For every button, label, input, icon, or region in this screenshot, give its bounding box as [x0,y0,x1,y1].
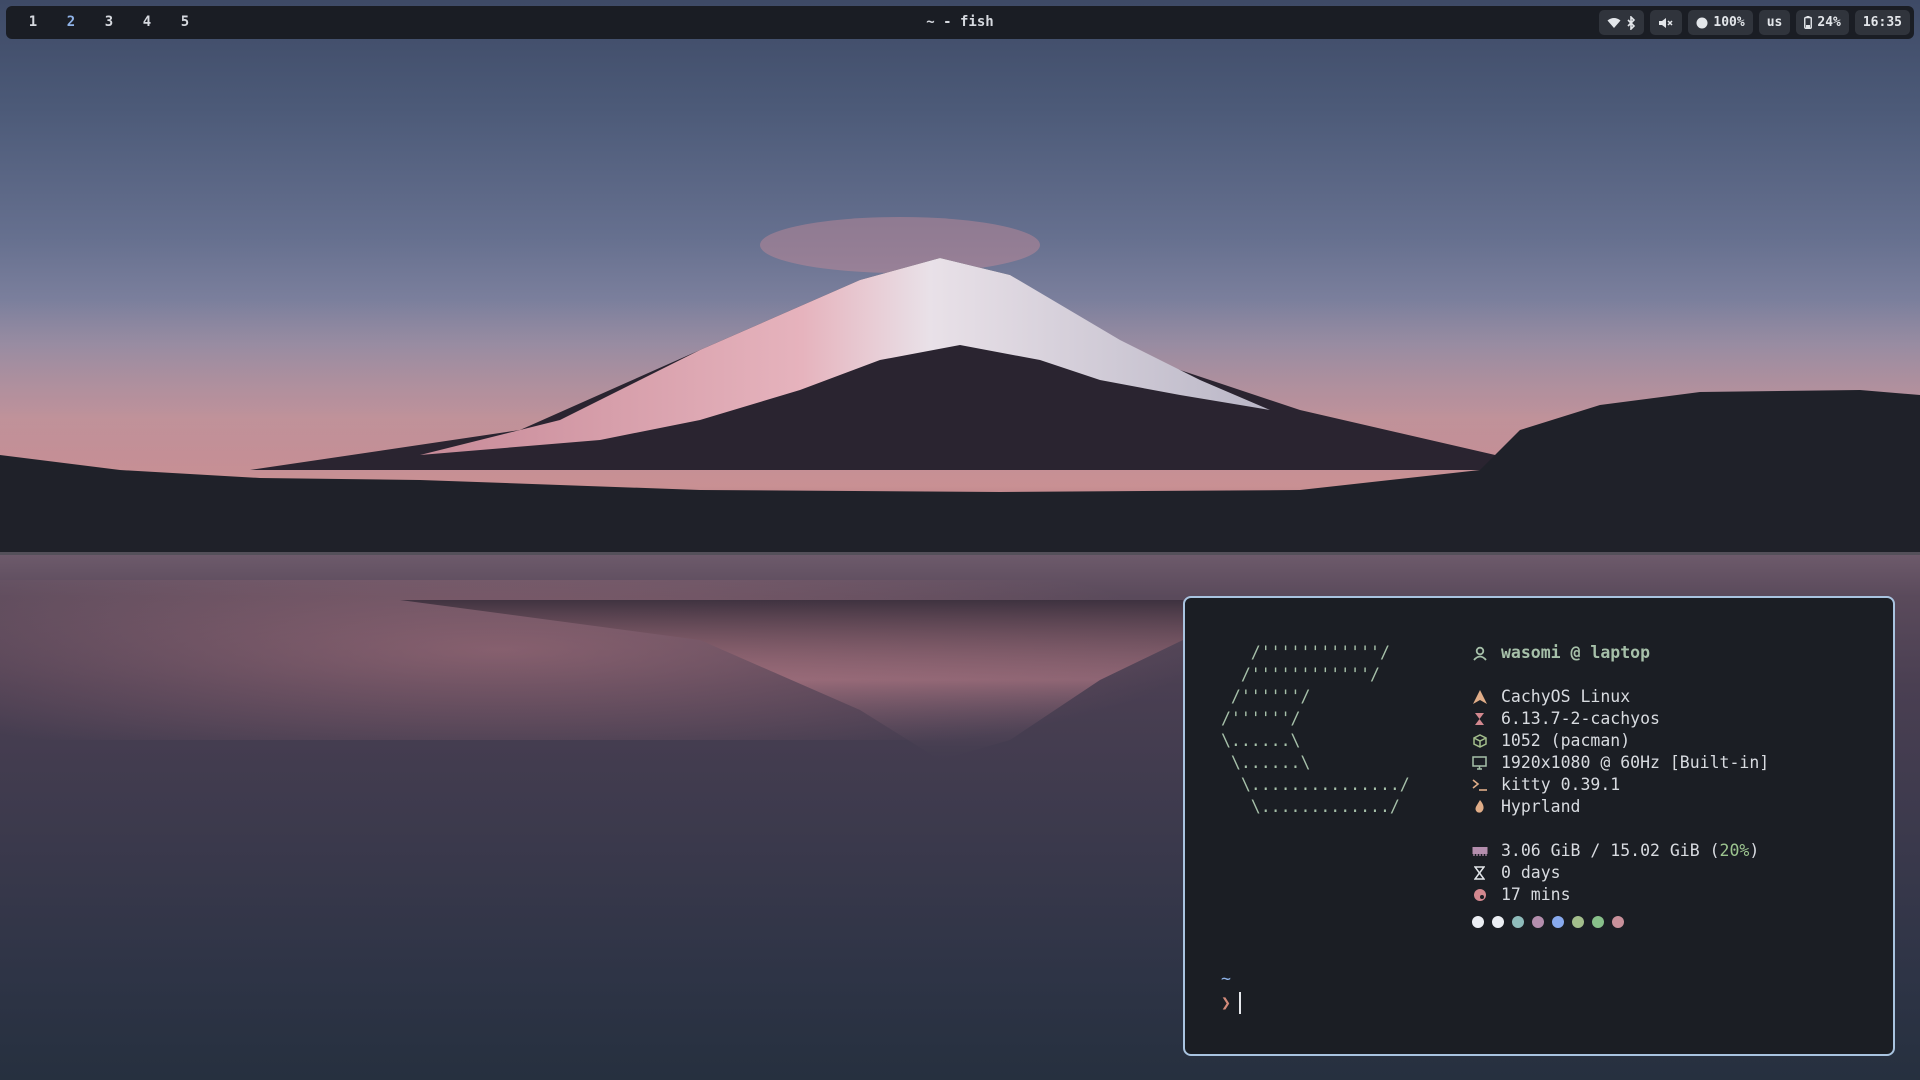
battery-icon [1804,16,1813,29]
terminal-icon [1470,777,1489,793]
memory-close: ) [1749,841,1760,860]
keyboard-layout-value: us [1766,15,1783,30]
username: wasomi [1501,643,1561,662]
ascii-line: /''''''/ [1221,709,1301,728]
brightness-icon [1696,17,1708,29]
hourglass-icon [1470,711,1489,727]
wm-row: Hyprland [1470,796,1769,818]
at-separator: @ [1570,643,1581,662]
network-bluetooth-module[interactable] [1599,10,1645,35]
palette-swatch [1532,916,1544,928]
palette-icon [1470,887,1489,903]
user-host-row: wasomi @ laptop [1470,642,1769,664]
prompt-directory: ~ [1221,969,1231,988]
top-bar: 1 2 3 4 5 ~ - fish 100% us 24% 16:35 [6,6,1914,39]
display-value: 1920x1080 @ 60Hz [Built-in] [1501,753,1770,772]
battery-module[interactable]: 24% [1796,10,1849,35]
wm-value: Hyprland [1501,797,1581,816]
distro-ascii-logo: /''''''''''''/ /''''''''''''/ /''''''/ /… [1221,642,1410,818]
workspace-3[interactable]: 3 [90,6,128,39]
command-prompt[interactable]: ❯ [1221,992,1241,1014]
memory-icon [1470,843,1489,859]
volume-module[interactable] [1650,10,1683,35]
battery-value: 24% [1817,15,1841,30]
clock-value: 16:35 [1862,15,1902,30]
bluetooth-icon [1626,15,1636,30]
display-row: 1920x1080 @ 60Hz [Built-in] [1470,752,1769,774]
workspace-1[interactable]: 1 [14,6,52,39]
volume-muted-icon [1658,17,1674,29]
os-value: CachyOS Linux [1501,687,1631,706]
workspace-5[interactable]: 5 [166,6,204,39]
desktop: 1 2 3 4 5 ~ - fish 100% us 24% 16:35 /''… [0,0,1920,1080]
ascii-line: \......\ [1221,753,1311,772]
ascii-line: /''''''/ [1221,687,1311,706]
ascii-line: /''''''''''''/ [1221,643,1390,662]
ascii-line: \.............../ [1221,775,1410,794]
terminal-value: kitty 0.39.1 [1501,775,1621,794]
memory-percent: 20% [1719,841,1750,860]
memory-value: 3.06 GiB / 15.02 GiB ( [1501,841,1720,860]
clock-module[interactable]: 16:35 [1854,10,1910,35]
palette-swatch [1512,916,1524,928]
palette-swatch [1612,916,1624,928]
kitty-terminal-window[interactable]: /''''''''''''/ /''''''''''''/ /''''''/ /… [1183,596,1895,1056]
ascii-line: /''''''''''''/ [1221,665,1380,684]
palette-swatch [1552,916,1564,928]
system-tray: 100% us 24% 16:35 [1599,10,1910,35]
ascii-line: \......\ [1221,731,1301,750]
memory-row: 3.06 GiB / 15.02 GiB (20%) [1470,840,1769,862]
kernel-value: 6.13.7-2-cachyos [1501,709,1660,728]
hyprland-icon [1470,799,1489,815]
arch-icon [1470,689,1489,705]
kernel-row: 6.13.7-2-cachyos [1470,708,1769,730]
uptime-days-value: 0 days [1501,863,1561,882]
wifi-icon [1607,17,1621,29]
hourglass-icon [1470,865,1489,881]
palette-swatch [1592,916,1604,928]
workspace-2[interactable]: 2 [52,6,90,39]
brightness-module[interactable]: 100% [1688,10,1753,35]
packages-value: 1052 (pacman) [1501,731,1631,750]
text-cursor [1238,992,1241,1014]
workspace-switcher: 1 2 3 4 5 [14,6,204,39]
prompt-symbol: ❯ [1221,993,1231,1012]
palette-swatch [1572,916,1584,928]
packages-row: 1052 (pacman) [1470,730,1769,752]
hostname: laptop [1590,643,1651,662]
brightness-value: 100% [1713,15,1745,30]
monitor-icon [1470,755,1489,771]
fastfetch-info: wasomi @ laptop CachyOS Linux 6.13.7-2-c… [1470,642,1769,928]
ascii-line: \............./ [1221,797,1400,816]
keyboard-layout-module[interactable]: us [1758,10,1791,35]
uptime-mins-row: 17 mins [1470,884,1769,906]
palette-swatch [1492,916,1504,928]
user-icon [1470,645,1489,661]
palette-swatch [1472,916,1484,928]
uptime-days-row: 0 days [1470,862,1769,884]
terminal-row: kitty 0.39.1 [1470,774,1769,796]
workspace-4[interactable]: 4 [128,6,166,39]
color-palette [1470,916,1769,928]
package-icon [1470,733,1489,749]
os-row: CachyOS Linux [1470,686,1769,708]
uptime-mins-value: 17 mins [1501,885,1571,904]
